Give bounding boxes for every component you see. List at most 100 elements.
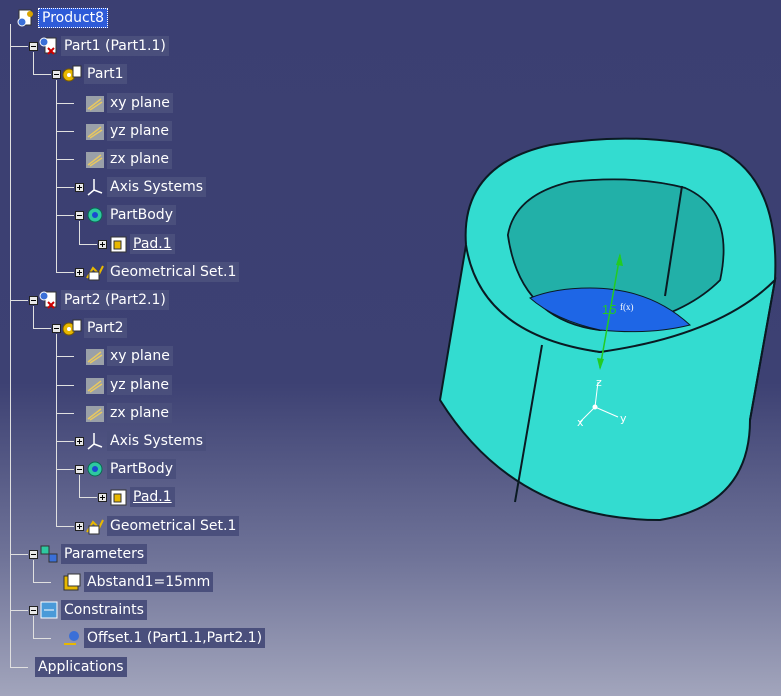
collapse-toggle[interactable] [52,324,61,334]
compass-x-label: x [577,416,584,429]
tree-node-label: xy plane [107,92,173,113]
tree-node-label: Axis Systems [107,177,206,198]
tree-connector [10,300,28,301]
plane-icon [85,346,105,366]
tree-connector [56,159,74,160]
collapse-toggle[interactable] [29,549,38,559]
expand-toggle[interactable] [98,239,107,249]
constraints-icon [39,600,59,620]
tree-connector [33,638,51,640]
tree-connector [56,334,57,526]
tree-connector [56,187,74,189]
tree-node-label: Parameters [61,543,148,564]
expand-toggle[interactable] [75,521,84,531]
tree-connector [79,497,97,499]
tree-node-label: yz plane [107,374,172,395]
tree-connector [56,412,74,414]
compass-y-label: y [620,412,627,425]
expand-toggle[interactable] [75,267,84,277]
tree-connector [10,666,28,668]
tree-connector [33,328,51,330]
tree-connector [56,271,74,273]
collapse-toggle[interactable] [52,70,61,80]
collapse-toggle[interactable] [29,42,38,52]
pad-icon [108,234,128,254]
plane-icon [85,121,105,141]
tree-connector [56,356,74,358]
product-icon [16,8,36,28]
plane-icon [85,93,105,113]
tree-node-label: Product8 [38,8,109,28]
tree-connector [33,52,34,75]
part-icon [62,64,82,84]
tree-node-label: Part2 [84,318,127,339]
partbody-icon [85,205,105,225]
tree-connector [33,74,51,76]
tree-connector [10,24,11,667]
expand-toggle[interactable] [75,437,84,446]
tree-node-label: Part1 [84,64,127,85]
tree-node-label: Geometrical Set.1 [107,515,240,536]
part-icon [62,318,82,338]
pad-icon [108,487,128,507]
tree-connector [79,475,80,498]
tree-node-label: PartBody [107,205,176,226]
offset-constraint-icon [62,628,82,648]
plane-icon [85,403,105,423]
tree-node-label: Constraints [61,600,147,621]
tree-connector [10,610,28,612]
tree-node-label: Offset.1 (Part1.1,Part2.1) [84,628,266,649]
collapse-toggle[interactable] [75,211,84,221]
tree-connector [79,243,97,245]
tree-node-label: PartBody [107,459,176,480]
tree-node-label: Axis Systems [107,431,206,451]
tree-connector [33,582,51,583]
3d-viewport[interactable]: 15 f(x) z x y [420,120,781,540]
tree-connector [79,221,80,244]
part-instance-icon [39,290,59,310]
tree-node-label: Part1 (Part1.1) [61,36,169,57]
tree-connector [56,215,74,217]
tree-connector [33,559,34,582]
plane-icon [85,375,105,395]
tree-connector [33,616,34,639]
tree-node-label: Part2 (Part2.1) [61,290,169,310]
tree-node-label: yz plane [107,120,172,141]
tree-node-label: Geometrical Set.1 [107,261,240,282]
geoset-icon [85,262,105,282]
expand-toggle[interactable] [75,183,84,193]
geoset-icon [85,516,105,536]
collapse-toggle[interactable] [29,296,38,305]
tree-connector [56,441,74,442]
parameter-icon [62,572,82,592]
collapse-toggle[interactable] [29,606,38,616]
axis-icon [85,177,105,197]
tree-connector [56,80,57,272]
parameters-icon [39,544,59,564]
plane-icon [85,149,105,169]
tree-node-label: zx plane [107,149,172,169]
part-instance-icon [39,36,59,56]
tree-connector [10,46,28,48]
tree-connector [56,469,74,471]
tree-connector [56,130,74,132]
expand-toggle[interactable] [98,493,107,503]
cylinder-model[interactable] [438,137,777,522]
tree-connector [56,525,74,527]
partbody-icon [85,459,105,479]
tree-node-label: Abstand1=15mm [84,572,214,592]
formula-symbol: f(x) [620,302,634,312]
collapse-toggle[interactable] [75,465,84,475]
compass-origin [592,404,598,410]
tree-node-label: Pad.1 [130,487,175,508]
compass-z-label: z [596,376,602,389]
axis-icon [85,431,105,451]
tree-node-label: Applications [35,656,127,677]
tree-connector [56,102,74,104]
tree-node-label: xy plane [107,346,173,367]
tree-node-label: Pad.1 [130,233,175,254]
tree-connector [56,384,74,386]
tree-connector [10,553,28,555]
tree-connector [33,306,34,329]
dimension-value: 15 [602,302,616,317]
